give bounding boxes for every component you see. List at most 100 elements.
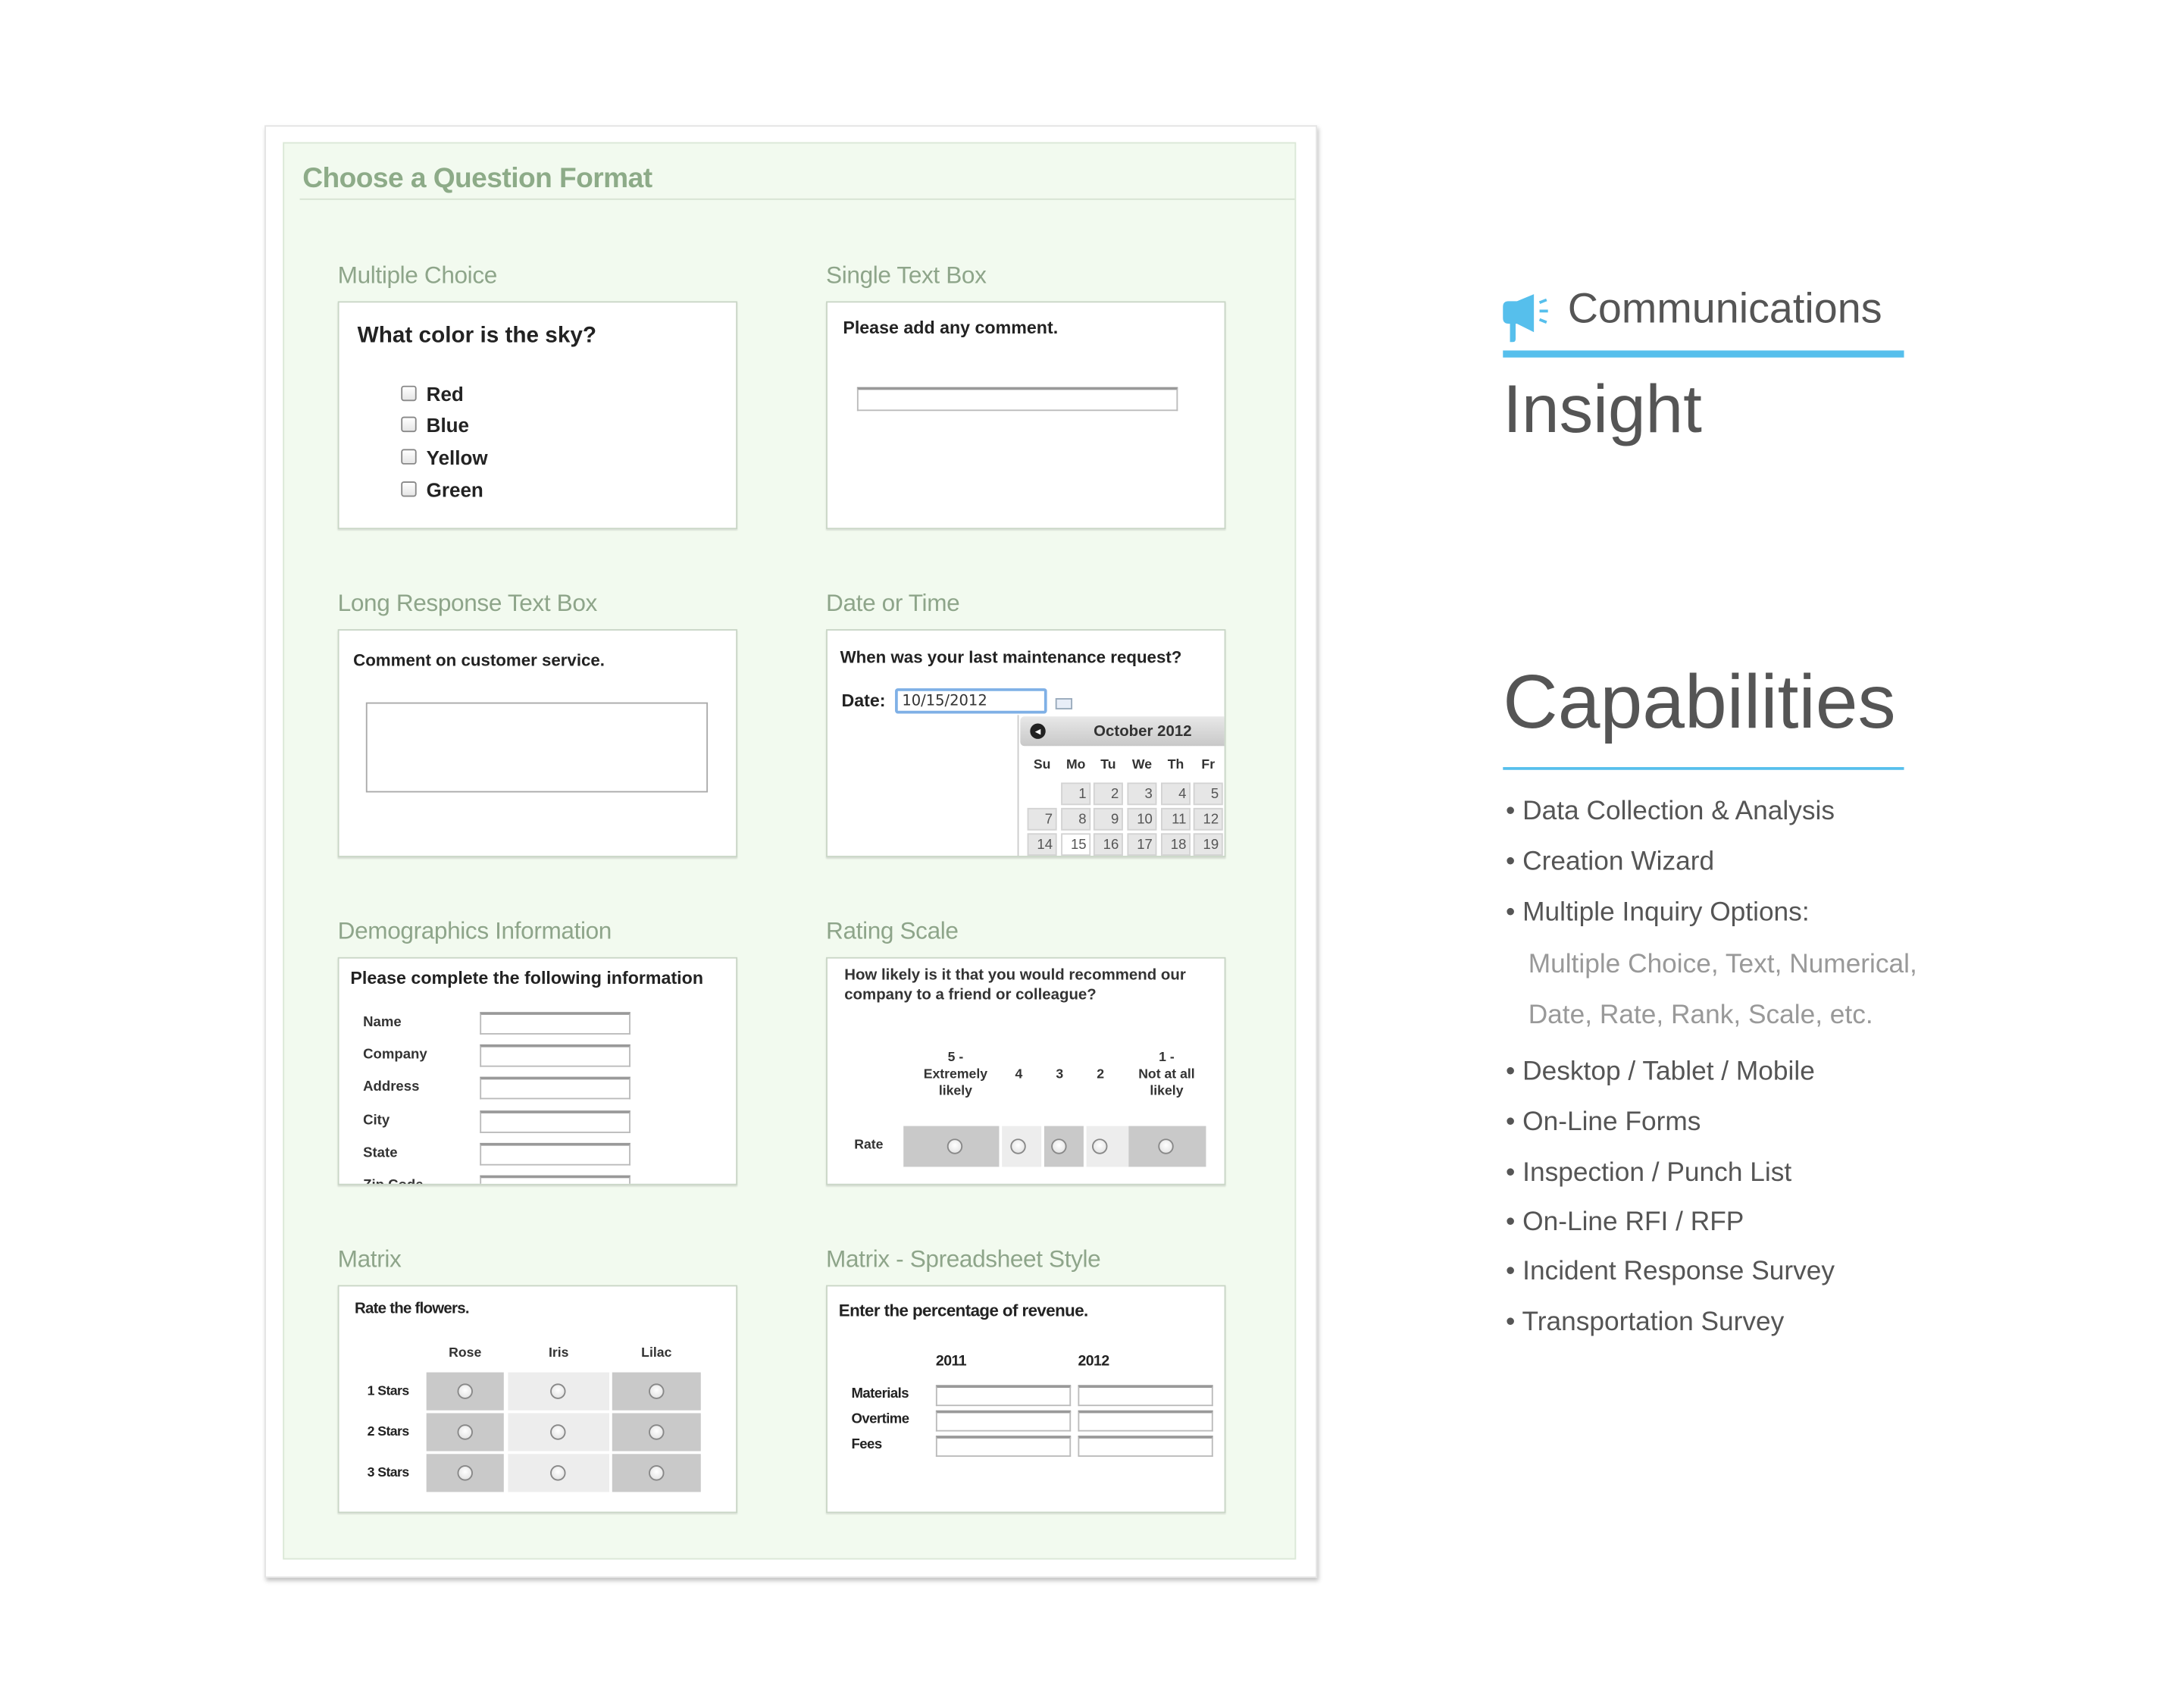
calendar-day[interactable]: 14 xyxy=(1027,833,1057,856)
matrix-radio[interactable] xyxy=(648,1465,664,1481)
rating-radio[interactable] xyxy=(1051,1138,1067,1154)
row-label: Rate xyxy=(854,1137,884,1153)
field-input[interactable] xyxy=(480,1044,630,1067)
weekday-label: Tu xyxy=(1100,757,1116,773)
question-text: Please add any comment. xyxy=(843,318,1059,338)
comment-textarea[interactable] xyxy=(365,702,709,793)
comment-input[interactable] xyxy=(856,387,1178,412)
calendar-day[interactable]: 12 xyxy=(1193,807,1223,831)
field-input[interactable] xyxy=(480,1175,630,1184)
capability-subitem: Multiple Choice, Text, Numerical, xyxy=(1528,950,1917,980)
row-label: 2 Stars xyxy=(367,1424,410,1440)
calendar-icon[interactable] xyxy=(1055,698,1073,709)
capabilities-divider xyxy=(1503,767,1904,770)
option-label: Green xyxy=(426,478,483,502)
option-label: Yellow xyxy=(426,446,488,469)
column-header: Rose xyxy=(449,1345,482,1361)
matrix-radio[interactable] xyxy=(456,1465,473,1481)
field-input[interactable] xyxy=(480,1012,630,1035)
calendar-day[interactable]: 16 xyxy=(1093,833,1123,856)
format-label-rating-scale[interactable]: Rating Scale xyxy=(826,918,959,946)
row-label: Materials xyxy=(851,1386,909,1402)
long-response-card[interactable]: Comment on customer service. xyxy=(337,629,738,857)
matrix-radio[interactable] xyxy=(456,1383,473,1399)
matrix-radio[interactable] xyxy=(456,1424,473,1440)
format-label-multiple-choice[interactable]: Multiple Choice xyxy=(338,261,498,290)
calendar-day[interactable]: 17 xyxy=(1127,833,1157,856)
format-label-spreadsheet[interactable]: Matrix - Spreadsheet Style xyxy=(826,1245,1101,1273)
calendar-month: October 2012 xyxy=(1094,723,1192,741)
weekday-label: Mo xyxy=(1065,757,1086,773)
capabilities-title: Capabilities xyxy=(1503,659,1896,745)
row-label: 3 Stars xyxy=(367,1465,410,1481)
calendar-day[interactable]: 4 xyxy=(1161,782,1191,806)
column-header: 2012 xyxy=(1078,1352,1109,1370)
rating-radio[interactable] xyxy=(947,1138,963,1154)
panel-title: Choose a Question Format xyxy=(302,163,652,195)
date-time-card[interactable]: When was your last maintenance request? … xyxy=(826,629,1226,857)
revenue-input[interactable] xyxy=(1078,1410,1213,1432)
rating-radio[interactable] xyxy=(1010,1138,1026,1154)
field-input[interactable] xyxy=(480,1077,630,1101)
weekday-label: Su xyxy=(1033,757,1051,773)
matrix-radio[interactable] xyxy=(648,1383,664,1399)
calendar-day[interactable]: 18 xyxy=(1161,833,1191,856)
date-input[interactable]: 10/15/2012 xyxy=(895,688,1047,714)
calendar-day[interactable]: 9 xyxy=(1093,807,1123,831)
matrix-radio[interactable] xyxy=(550,1424,566,1440)
format-label-demographics[interactable]: Demographics Information xyxy=(338,918,612,946)
revenue-input[interactable] xyxy=(935,1385,1072,1407)
matrix-radio[interactable] xyxy=(550,1465,566,1481)
calendar-day[interactable]: 11 xyxy=(1161,807,1191,831)
calendar-day[interactable]: 15 xyxy=(1061,833,1091,856)
question-text: Please complete the following informatio… xyxy=(350,968,704,988)
single-text-card[interactable]: Please add any comment. xyxy=(826,301,1226,530)
revenue-input[interactable] xyxy=(935,1410,1072,1432)
product-title: Insight xyxy=(1503,373,1702,448)
category-title: Communications xyxy=(1567,285,1882,333)
checkbox-green[interactable] xyxy=(401,481,417,497)
calendar-day[interactable]: 7 xyxy=(1027,807,1057,831)
rating-radio[interactable] xyxy=(1092,1138,1108,1154)
scale-label: Not at all xyxy=(1138,1066,1195,1083)
calendar-day[interactable]: 5 xyxy=(1193,782,1223,806)
capability-item: • On-Line Forms xyxy=(1505,1107,1701,1138)
capability-subitem: Date, Rate, Rank, Scale, etc. xyxy=(1528,1001,1873,1031)
rating-radio[interactable] xyxy=(1158,1138,1174,1154)
calendar-day[interactable]: 1 xyxy=(1061,782,1091,806)
revenue-input[interactable] xyxy=(1078,1385,1213,1407)
calendar-day[interactable]: 2 xyxy=(1093,782,1123,806)
divider xyxy=(299,198,1295,200)
spreadsheet-card[interactable]: Enter the percentage of revenue. 2011 201… xyxy=(826,1285,1226,1514)
matrix-radio[interactable] xyxy=(550,1383,566,1399)
calendar-day[interactable]: 8 xyxy=(1061,807,1091,831)
checkbox-blue[interactable] xyxy=(401,416,417,433)
capability-item: • Creation Wizard xyxy=(1505,847,1715,877)
field-input[interactable] xyxy=(480,1142,630,1166)
calendar-day[interactable]: 19 xyxy=(1193,833,1223,856)
format-label-single-text[interactable]: Single Text Box xyxy=(826,261,987,290)
question-text: Comment on customer service. xyxy=(353,650,605,670)
format-label-matrix[interactable]: Matrix xyxy=(338,1245,402,1273)
multiple-choice-card[interactable]: What color is the sky? Red Blue Yellow G… xyxy=(337,301,738,530)
revenue-input[interactable] xyxy=(1078,1436,1213,1457)
option-label: Red xyxy=(426,383,464,406)
field-label: Zip Code xyxy=(363,1178,423,1183)
matrix-radio[interactable] xyxy=(648,1424,664,1440)
prev-month-icon[interactable]: ◂ xyxy=(1030,723,1046,739)
question-text-line2: company to a friend or colleague? xyxy=(844,986,1097,1004)
calendar-day[interactable]: 10 xyxy=(1127,807,1157,831)
capability-item: • Desktop / Tablet / Mobile xyxy=(1505,1057,1815,1087)
calendar-day[interactable]: 3 xyxy=(1127,782,1157,806)
checkbox-red[interactable] xyxy=(401,385,417,402)
format-label-long-response[interactable]: Long Response Text Box xyxy=(338,590,598,618)
matrix-card[interactable]: Rate the flowers. Rose Iris Lilac 1 Stars 2 … xyxy=(337,1285,738,1514)
checkbox-yellow[interactable] xyxy=(401,449,417,465)
revenue-input[interactable] xyxy=(935,1436,1072,1457)
format-label-date-time[interactable]: Date or Time xyxy=(826,590,960,618)
field-input[interactable] xyxy=(480,1110,630,1133)
field-label: Address xyxy=(363,1080,420,1096)
demographics-card[interactable]: Please complete the following informatio… xyxy=(337,957,738,1185)
question-text: Rate the flowers. xyxy=(354,1300,470,1318)
rating-scale-card[interactable]: How likely is it that you would recommen… xyxy=(826,957,1226,1185)
